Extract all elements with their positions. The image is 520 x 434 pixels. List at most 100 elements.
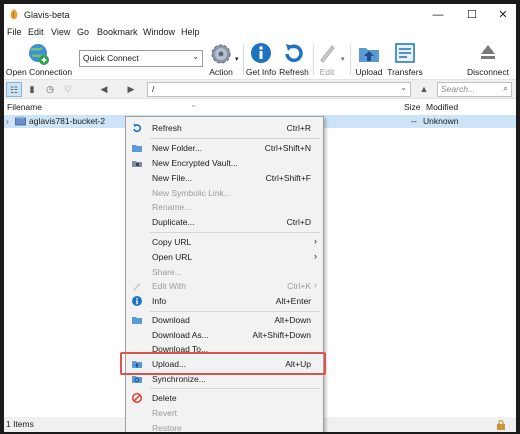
delete-icon (132, 393, 142, 403)
upload-button[interactable]: Upload (353, 41, 385, 79)
menu-item-label: Synchronize... (152, 374, 206, 384)
lock-icon (497, 420, 505, 430)
history-view-icon[interactable]: ◷ (42, 82, 58, 97)
minimize-button[interactable]: — (423, 7, 453, 23)
menu-item-share[interactable]: Share... (126, 265, 323, 279)
menu-item-label: Rename... (152, 202, 192, 212)
disconnect-button[interactable]: Disconnect (462, 41, 514, 79)
menu-go[interactable]: Go (77, 27, 89, 37)
pencil-icon (133, 283, 141, 291)
menu-item-edit-with[interactable]: Edit With Ctrl+K › (126, 279, 323, 293)
bonjour-view-icon[interactable]: ♡ (60, 82, 76, 97)
parent-directory-icon[interactable]: ▲ (416, 82, 432, 97)
menu-edit[interactable]: Edit (28, 27, 44, 37)
expand-chevron-icon[interactable]: › (6, 116, 9, 126)
pencil-icon (320, 45, 335, 63)
context-menu: Refresh Ctrl+R New Folder... Ctrl+Shift+… (125, 116, 324, 432)
menu-item-new-symbolic-link[interactable]: New Symbolic Link... (126, 186, 323, 200)
upload-label: Upload (355, 67, 383, 77)
edit-label: Edit (319, 67, 335, 77)
back-arrow-icon[interactable]: ◀ (96, 82, 112, 97)
refresh-icon (133, 123, 142, 133)
column-size[interactable]: Size (404, 102, 421, 112)
bookmarks-view-icon[interactable]: ▮ (24, 82, 40, 97)
menu-item-shortcut: Ctrl+D (286, 217, 311, 227)
get-info-button[interactable]: Get Info (244, 41, 278, 79)
open-connection-button[interactable]: Open Connection (4, 41, 74, 79)
path-value: / (152, 84, 155, 94)
item-count: 1 Items (6, 419, 34, 429)
menu-help[interactable]: Help (181, 27, 200, 37)
menu-item-refresh[interactable]: Refresh Ctrl+R (126, 121, 323, 135)
menu-separator (150, 388, 320, 389)
window-title: Glavis-beta (24, 10, 70, 20)
column-filename[interactable]: Filename (7, 102, 42, 112)
menu-item-label: New File... (152, 173, 193, 183)
menu-item-new-encrypted-vault[interactable]: New Encrypted Vault... (126, 156, 323, 170)
menu-item-open-url[interactable]: Open URL › (126, 250, 323, 264)
menu-window[interactable]: Window (143, 27, 175, 37)
refresh-button[interactable]: Refresh (278, 41, 310, 79)
menu-file[interactable]: File (7, 27, 22, 37)
action-dropdown-icon[interactable]: ▾ (235, 55, 239, 63)
menu-separator (150, 138, 320, 139)
menu-item-new-folder[interactable]: New Folder... Ctrl+Shift+N (126, 141, 323, 155)
transfers-button[interactable]: Transfers (387, 41, 423, 79)
file-list-header: Filename ⌄ Size Modified (4, 99, 516, 115)
globe-icon (29, 44, 49, 65)
menu-item-label: New Encrypted Vault... (152, 158, 238, 168)
close-button[interactable]: ✕ (488, 7, 516, 23)
search-icon: ⌕ (503, 83, 508, 93)
title-bar: Glavis-beta — ☐ ✕ (4, 4, 516, 26)
menu-item-label: Revert (152, 408, 178, 418)
menu-item-copy-url[interactable]: Copy URL › (126, 235, 323, 249)
quick-connect-select[interactable]: Quick Connect ⌄ (79, 50, 203, 67)
menu-item-duplicate[interactable]: Duplicate... Ctrl+D (126, 215, 323, 229)
forward-arrow-icon[interactable]: ▶ (123, 82, 139, 97)
refresh-icon (285, 44, 303, 63)
menu-item-shortcut: Ctrl+K (287, 281, 311, 291)
search-placeholder: Search... (441, 84, 476, 94)
menu-item-download-as[interactable]: Download As... Alt+Shift+Down (126, 328, 323, 342)
column-modified[interactable]: Modified (426, 102, 458, 112)
transfers-icon (395, 43, 415, 63)
menu-item-new-file[interactable]: New File... Ctrl+Shift+F (126, 171, 323, 185)
menu-item-shortcut: Ctrl+R (286, 123, 311, 133)
submenu-arrow-icon: › (314, 251, 317, 261)
menu-item-label: Copy URL (152, 237, 192, 247)
chevron-down-icon: ⌄ (400, 83, 407, 92)
menu-item-label: Share... (152, 267, 182, 277)
menu-item-label: Duplicate... (152, 217, 195, 227)
quick-connect-value: Quick Connect (83, 53, 139, 63)
menu-item-shortcut: Alt+Shift+Down (252, 330, 311, 340)
search-input[interactable]: Search... ⌕ (437, 82, 512, 97)
info-icon (251, 43, 271, 63)
menu-item-revert[interactable]: Revert (126, 406, 323, 420)
menu-item-label: Download As... (152, 330, 209, 340)
sync-icon (132, 376, 142, 383)
maximize-button[interactable]: ☐ (457, 7, 487, 23)
menu-item-label: Restore (152, 423, 182, 432)
menu-item-shortcut: Ctrl+Shift+F (265, 173, 311, 183)
menu-item-shortcut: Alt+Down (274, 315, 311, 325)
menu-item-label: Refresh (152, 123, 182, 133)
menu-item-download[interactable]: Download Alt+Down (126, 313, 323, 327)
menu-item-rename[interactable]: Rename... (126, 200, 323, 214)
bucket-icon (15, 116, 26, 126)
file-size: -- (411, 116, 417, 126)
menu-bookmark[interactable]: Bookmark (97, 27, 138, 37)
menu-item-label: New Folder... (152, 143, 203, 153)
menu-item-restore[interactable]: Restore (126, 421, 323, 432)
menu-view[interactable]: View (51, 27, 70, 37)
open-connection-label: Open Connection (5, 67, 73, 77)
edit-button[interactable]: Edit (314, 41, 340, 79)
menu-item-delete[interactable]: Delete (126, 391, 323, 405)
edit-dropdown-icon[interactable]: ▾ (341, 55, 345, 63)
path-select[interactable]: / ⌄ (147, 82, 411, 97)
app-window: Glavis-beta — ☐ ✕ File Edit View Go Book… (4, 4, 516, 432)
menu-item-info[interactable]: Info Alt+Enter (126, 294, 323, 308)
get-info-label: Get Info (245, 67, 277, 77)
eject-icon (481, 45, 495, 59)
outline-view-icon[interactable]: ☷ (6, 82, 22, 97)
sort-chevron-icon: ⌄ (190, 99, 198, 109)
